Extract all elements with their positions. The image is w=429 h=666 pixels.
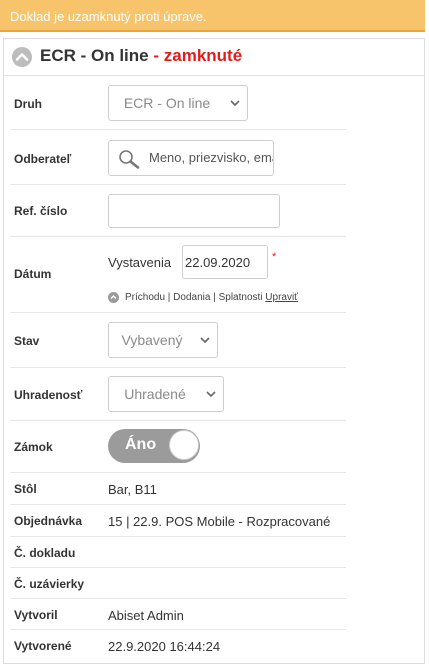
row-datum: Dátum Vystavenia 22.09.2020 * Príchodu |…: [10, 237, 346, 313]
title-text: ECR - On line: [40, 46, 149, 65]
stav-label: Stav: [14, 334, 40, 348]
status-select[interactable]: Vybavený: [108, 322, 218, 358]
expand-dates-icon[interactable]: [108, 292, 119, 303]
vytvorene-label: Vytvorené: [14, 639, 72, 653]
row-uzavierka: Č. uzávierky: [10, 568, 346, 599]
panel-header: ECR - On line - zamknuté: [4, 39, 424, 76]
created-by-value: Abiset Admin: [108, 608, 184, 623]
locked-status: - zamknuté: [153, 46, 243, 65]
row-druh: Druh ECR - On line: [10, 75, 346, 130]
order-value: 15 | 22.9. POS Mobile - Rozpracované: [108, 514, 331, 529]
row-uhradenost: Uhradenosť Uhradené: [10, 368, 346, 421]
odberatel-label: Odberateľ: [14, 152, 72, 166]
datum-label: Dátum: [14, 267, 52, 281]
issue-date-label: Vystavenia: [108, 255, 172, 270]
customer-search-placeholder: Meno, priezvisko, email: [149, 150, 274, 165]
ref-label: Ref. číslo: [14, 204, 68, 218]
other-dates-links: Príchodu | Dodania | Splatnosti Upraviť: [125, 292, 298, 303]
toggle-knob: [169, 430, 199, 460]
uhradenost-label: Uhradenosť: [14, 388, 83, 402]
search-icon: [119, 150, 140, 169]
row-ref: Ref. číslo: [10, 185, 346, 237]
objednavka-label: Objednávka: [14, 514, 83, 528]
other-dates-text: Príchodu | Dodania | Splatnosti: [125, 292, 263, 303]
row-zamok: Zámok Áno: [10, 421, 346, 473]
druh-label: Druh: [14, 97, 42, 111]
edit-dates-link[interactable]: Upraviť: [265, 292, 298, 303]
druh-value: ECR - On line: [123, 95, 211, 111]
customer-search-field[interactable]: Meno, priezvisko, email: [108, 140, 274, 176]
payment-status-value: Uhradené: [124, 386, 186, 402]
status-value: Vybavený: [121, 332, 183, 348]
doklad-label: Č. dokladu: [14, 546, 76, 560]
ref-number-input[interactable]: [108, 194, 280, 228]
druh-select[interactable]: ECR - On line: [108, 85, 248, 121]
row-doklad: Č. dokladu: [10, 537, 346, 568]
chevron-down-icon: [206, 391, 216, 398]
vytvoril-label: Vytvoril: [14, 608, 58, 622]
uzavierka-label: Č. uzávierky: [14, 577, 85, 591]
chevron-up-icon[interactable]: [12, 47, 32, 67]
chevron-down-icon: [230, 100, 240, 107]
required-mark: *: [272, 251, 277, 263]
payment-status-select[interactable]: Uhradené: [108, 376, 224, 412]
lock-banner: Doklad je uzamknutý proti úprave.: [0, 0, 425, 32]
table-value: Bar, B11: [108, 482, 157, 497]
issue-date-value: 22.09.2020: [185, 255, 251, 270]
issue-date-input[interactable]: 22.09.2020: [182, 245, 268, 279]
chevron-down-icon: [200, 337, 210, 344]
page-title: ECR - On line - zamknuté: [40, 46, 242, 66]
row-stol: Stôl Bar, B11: [10, 473, 346, 505]
stol-label: Stôl: [14, 482, 37, 496]
row-stav: Stav Vybavený: [10, 313, 346, 368]
row-vytvorene: Vytvorené 22.9.2020 16:44:24: [10, 630, 346, 661]
row-objednavka: Objednávka 15 | 22.9. POS Mobile - Rozpr…: [10, 505, 346, 537]
created-at-value: 22.9.2020 16:44:24: [108, 639, 221, 654]
document-panel: ECR - On line - zamknuté Druh ECR - On l…: [3, 38, 425, 664]
row-vytvoril: Vytvoril Abiset Admin: [10, 599, 346, 630]
lock-toggle-label: Áno: [125, 436, 157, 453]
lock-toggle[interactable]: Áno: [108, 429, 200, 463]
row-odberatel: Odberateľ Meno, priezvisko, email: [10, 130, 346, 185]
zamok-label: Zámok: [14, 440, 53, 454]
